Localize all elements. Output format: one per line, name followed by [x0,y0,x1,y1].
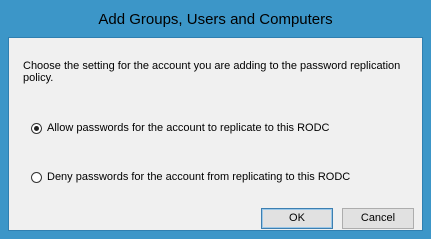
dialog-window: Add Groups, Users and Computers Choose t… [0,0,431,239]
deny-replication-radio[interactable] [31,171,42,183]
allow-replication-option[interactable]: Allow passwords for the account to repli… [31,122,329,134]
cancel-button[interactable]: Cancel [342,208,414,229]
dialog-title-bar[interactable]: Add Groups, Users and Computers [1,1,430,37]
allow-replication-label[interactable]: Allow passwords for the account to repli… [47,122,329,134]
instructions-text: Choose the setting for the account you a… [23,60,401,84]
dialog-title: Add Groups, Users and Computers [98,11,333,28]
dialog-content: Choose the setting for the account you a… [8,37,423,231]
allow-replication-radio[interactable] [31,122,42,134]
deny-replication-label[interactable]: Deny passwords for the account from repl… [47,171,350,183]
ok-button[interactable]: OK [261,208,333,229]
deny-replication-option[interactable]: Deny passwords for the account from repl… [31,171,350,183]
